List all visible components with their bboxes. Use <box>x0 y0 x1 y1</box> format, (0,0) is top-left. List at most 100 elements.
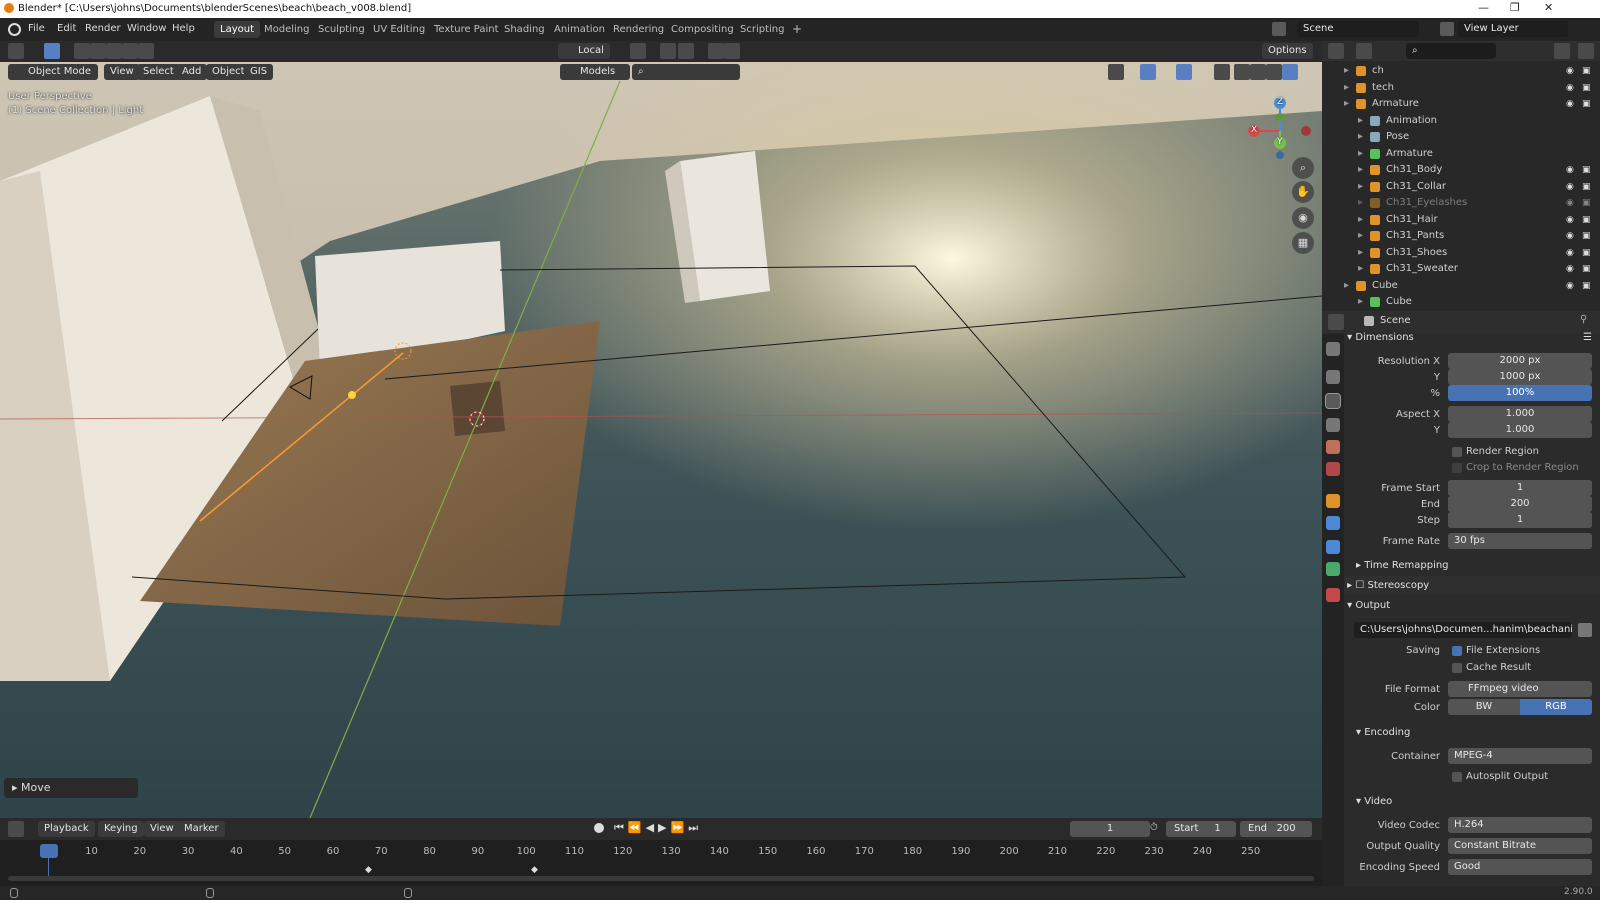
3d-viewport[interactable]: Local Options Object Mode View Select Ad… <box>0 41 1322 818</box>
menu-render[interactable]: Render <box>85 23 121 34</box>
expand-arrow-icon[interactable]: ▸ <box>1358 228 1363 244</box>
outliner-search-input[interactable]: ⌕ <box>1406 43 1496 59</box>
falloff-icon[interactable] <box>724 43 740 59</box>
output-panel-header[interactable]: ▾ Output <box>1344 596 1600 615</box>
frame-rate-dropdown[interactable]: 30 fps <box>1448 533 1592 549</box>
tab-texture-paint[interactable]: Texture Paint <box>428 21 505 38</box>
tab-rendering[interactable]: Rendering <box>607 21 670 38</box>
xray-icon[interactable] <box>1214 64 1230 80</box>
scene-tab-icon[interactable] <box>1326 440 1340 454</box>
frame-start-field[interactable]: 1 <box>1448 480 1592 496</box>
expand-arrow-icon[interactable]: ▸ <box>1344 96 1349 112</box>
data-tab-icon[interactable] <box>1326 562 1340 576</box>
outliner-row[interactable]: ▸ Ch31_Collar ◉ ▣ <box>1322 179 1600 195</box>
list-icon[interactable]: ☰ <box>1583 328 1592 347</box>
crop-region-checkbox[interactable] <box>1452 463 1462 473</box>
outliner-row[interactable]: ▸ Ch31_Hair ◉ ▣ <box>1322 212 1600 228</box>
world-tab-icon[interactable] <box>1326 462 1340 476</box>
container-dropdown[interactable]: MPEG-4 <box>1448 748 1592 764</box>
output-tab-icon[interactable] <box>1325 393 1341 409</box>
eye-icon[interactable]: ◉ <box>1566 245 1574 261</box>
new-collection-icon[interactable] <box>1578 43 1594 59</box>
file-format-dropdown[interactable]: FFmpeg video <box>1448 681 1592 697</box>
keyframe-diamond[interactable]: ◆ <box>365 865 372 875</box>
end-frame-field[interactable]: End 200 <box>1240 821 1312 837</box>
menu-keying[interactable]: Keying <box>98 821 144 837</box>
tab-shading[interactable]: Shading <box>498 21 551 38</box>
camera-render-icon[interactable]: ▣ <box>1582 278 1591 294</box>
shading-material-icon[interactable] <box>1266 64 1282 80</box>
eye-icon[interactable]: ◉ <box>1566 96 1574 112</box>
expand-arrow-icon[interactable]: ▸ <box>1358 294 1363 310</box>
transform-orientation-dropdown[interactable]: Local <box>558 43 610 59</box>
tab-animation[interactable]: Animation <box>548 21 611 38</box>
file-extensions-checkbox[interactable] <box>1452 646 1462 656</box>
overlay-toggle-icon[interactable] <box>1176 64 1192 80</box>
current-frame-field[interactable]: 1 <box>1070 821 1150 837</box>
tab-uv-editing[interactable]: UV Editing <box>367 21 431 38</box>
expand-arrow-icon[interactable]: ▸ <box>1344 80 1349 96</box>
expand-arrow-icon[interactable]: ▸ <box>1344 63 1349 79</box>
timeline-scrollbar[interactable] <box>8 876 1314 881</box>
cache-result-checkbox[interactable] <box>1452 663 1462 673</box>
texture-tab-icon[interactable] <box>1326 588 1340 602</box>
select-mode-new-icon[interactable] <box>74 43 90 59</box>
select-mode-invert-icon[interactable] <box>122 43 138 59</box>
camera-render-icon[interactable]: ▣ <box>1582 179 1591 195</box>
outliner-row[interactable]: ▸ ch ◉ ▣ <box>1322 63 1600 79</box>
blender-menu-icon[interactable] <box>8 23 21 36</box>
perspective-grid-icon[interactable]: ▦ <box>1292 232 1314 254</box>
object-mode-dropdown[interactable]: Object Mode <box>8 64 98 80</box>
expand-arrow-icon[interactable]: ▸ <box>1358 195 1363 211</box>
close-button[interactable]: ✕ <box>1544 1 1553 14</box>
eye-icon[interactable]: ◉ <box>1566 162 1574 178</box>
expand-arrow-icon[interactable]: ▸ <box>1358 212 1363 228</box>
shading-wireframe-icon[interactable] <box>1234 64 1250 80</box>
menu-playback[interactable]: Playback <box>38 821 95 837</box>
color-bw-button[interactable]: BW <box>1448 699 1520 715</box>
color-rgb-button[interactable]: RGB <box>1520 699 1592 715</box>
output-quality-dropdown[interactable]: Constant Bitrate <box>1448 838 1592 854</box>
menu-edit[interactable]: Edit <box>57 23 76 34</box>
tab-modeling[interactable]: Modeling <box>258 21 316 38</box>
eye-icon[interactable]: ◉ <box>1566 261 1574 277</box>
dimensions-panel-header[interactable]: ▾ Dimensions ☰ <box>1344 328 1600 347</box>
eye-icon[interactable]: ◉ <box>1566 80 1574 96</box>
camera-render-icon[interactable]: ▣ <box>1582 63 1591 79</box>
visibility-icon[interactable] <box>1108 64 1124 80</box>
eye-icon[interactable]: ◉ <box>1566 278 1574 294</box>
expand-arrow-icon[interactable]: ▸ <box>1344 278 1349 294</box>
outliner-row[interactable]: ▸ Pose <box>1322 129 1600 145</box>
filter-icon[interactable] <box>1554 43 1570 59</box>
snap-target-icon[interactable] <box>678 43 694 59</box>
start-frame-field[interactable]: Start 1 <box>1166 821 1236 837</box>
display-mode-icon[interactable] <box>1356 43 1372 59</box>
camera-render-icon[interactable]: ▣ <box>1582 80 1591 96</box>
render-region-checkbox[interactable] <box>1452 447 1462 457</box>
shading-solid-icon[interactable] <box>1250 64 1266 80</box>
aspect-x-field[interactable]: 1.000 <box>1448 406 1592 422</box>
stereoscopy-panel-header[interactable]: ▸ ☐ Stereoscopy <box>1344 576 1600 595</box>
resolution-y-field[interactable]: 1000 px <box>1448 369 1592 385</box>
select-tool-icon[interactable] <box>44 43 60 59</box>
tab-sculpting[interactable]: Sculpting <box>312 21 371 38</box>
expand-arrow-icon[interactable]: ▸ <box>1358 162 1363 178</box>
gizmo-toggle-icon[interactable] <box>1140 64 1156 80</box>
camera-render-icon[interactable]: ▣ <box>1582 162 1591 178</box>
scene-selector-icon[interactable] <box>1272 22 1286 36</box>
tab-compositing[interactable]: Compositing <box>665 21 740 38</box>
autosplit-checkbox[interactable] <box>1452 772 1462 782</box>
render-tab-icon[interactable] <box>1326 370 1340 384</box>
folder-browse-icon[interactable] <box>1578 623 1592 637</box>
resolution-x-field[interactable]: 2000 px <box>1448 353 1592 369</box>
zoom-icon[interactable]: ⌕ <box>1292 157 1314 179</box>
output-path-input[interactable]: C:\Users\johns\Documen...hanim\beachanim… <box>1354 622 1572 638</box>
time-remapping-subpanel[interactable]: ▸ Time Remapping <box>1356 556 1600 575</box>
tab-scripting[interactable]: Scripting <box>734 21 790 38</box>
menu-timeline-view[interactable]: View <box>144 821 180 837</box>
outliner-row[interactable]: ▸ Animation <box>1322 113 1600 129</box>
encoding-speed-dropdown[interactable]: Good <box>1448 859 1592 875</box>
eye-icon[interactable]: ◉ <box>1566 179 1574 195</box>
aspect-y-field[interactable]: 1.000 <box>1448 422 1592 438</box>
encoding-subpanel-header[interactable]: ▾ Encoding <box>1356 723 1600 742</box>
